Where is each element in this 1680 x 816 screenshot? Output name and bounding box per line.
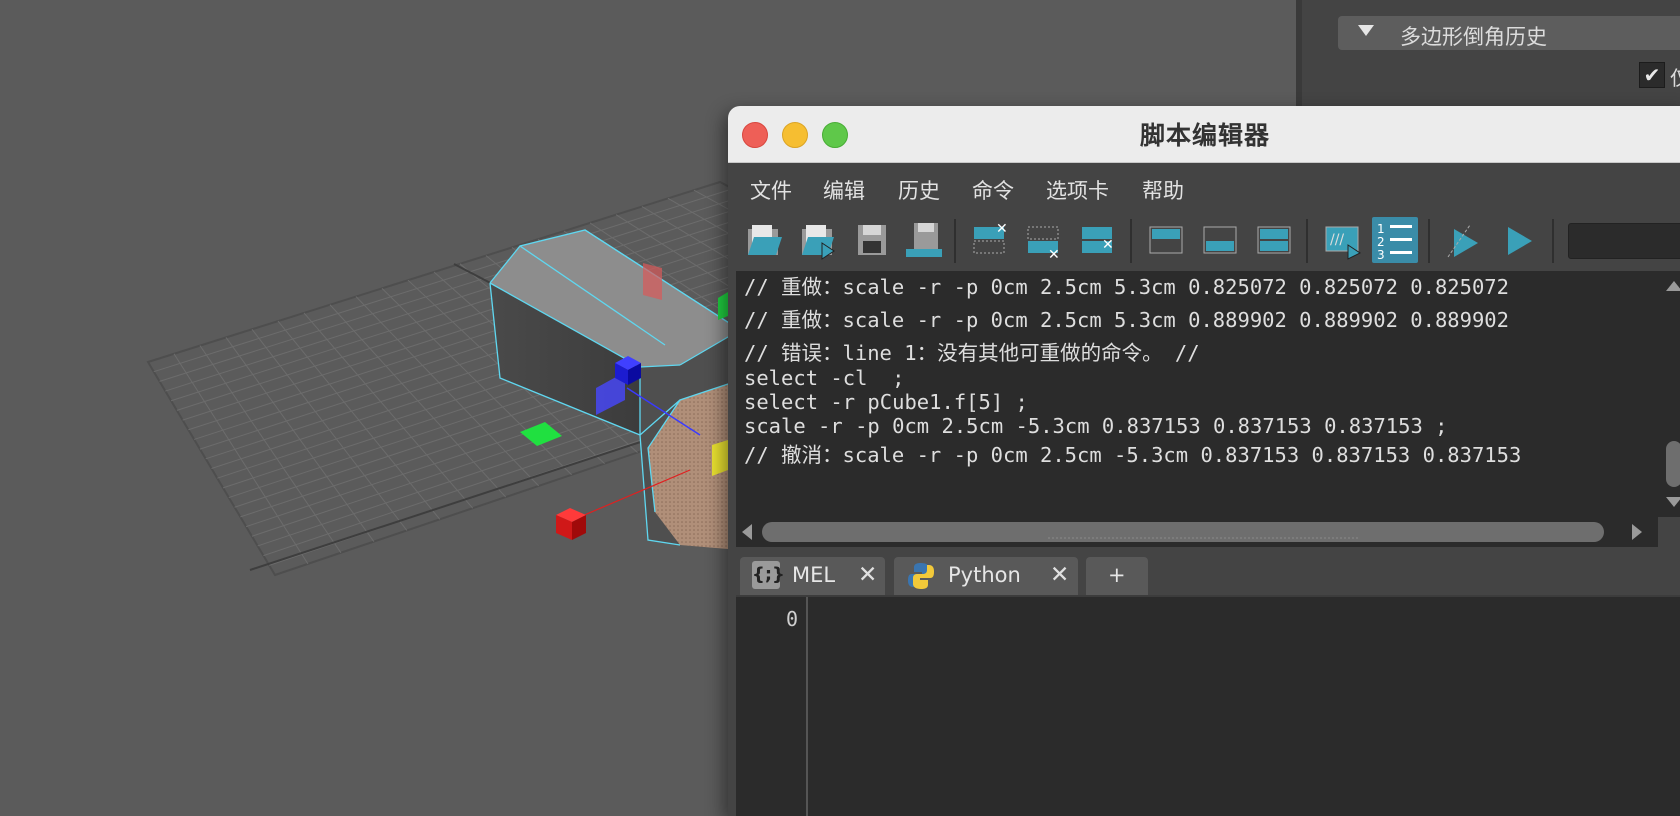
close-tab-icon[interactable]: ✕ xyxy=(858,562,877,588)
script-editor-window: 脚本编辑器 文件 编辑 历史 命令 选项卡 帮助 ✕ ✕ ✕ /// 1 2 3… xyxy=(728,106,1680,816)
tab-mel[interactable]: {;} MEL ✕ xyxy=(740,557,885,595)
maximize-window-button[interactable] xyxy=(822,122,848,148)
script-tab-bar: {;} MEL ✕ Python ✕ + xyxy=(728,551,1680,595)
execute-selected-icon[interactable] xyxy=(1444,219,1484,261)
script-input-pane[interactable]: 0 xyxy=(736,595,1680,816)
history-line: select -cl ; xyxy=(744,366,905,390)
history-line: select -r pCube1.f[5] ; xyxy=(744,390,1028,414)
tab-python[interactable]: Python ✕ xyxy=(894,557,1078,595)
search-field[interactable] xyxy=(1568,223,1680,259)
line-number-gutter: 0 xyxy=(736,597,808,816)
menu-file[interactable]: 文件 xyxy=(750,175,792,205)
horizontal-scrollbar[interactable] xyxy=(736,517,1658,547)
history-line: // 重做：scale -r -p 0cm 2.5cm 5.3cm 0.8899… xyxy=(744,308,1509,332)
echo-all-commands-icon[interactable]: /// xyxy=(1322,219,1362,261)
mel-icon: {;} xyxy=(752,561,785,589)
menu-help[interactable]: 帮助 xyxy=(1142,175,1184,205)
scroll-left-arrow-icon[interactable] xyxy=(742,524,752,540)
svg-text:✕: ✕ xyxy=(1102,237,1114,253)
window-titlebar[interactable]: 脚本编辑器 xyxy=(728,106,1680,163)
scroll-up-arrow-icon[interactable] xyxy=(1666,281,1680,291)
history-line: // 重做：scale -r -p 0cm 2.5cm 5.3cm 0.8250… xyxy=(744,275,1509,299)
save-to-shelf-icon[interactable] xyxy=(904,219,944,261)
svg-text:1: 1 xyxy=(1377,222,1385,236)
line-number: 0 xyxy=(785,607,798,631)
history-line: scale -r -p 0cm 2.5cm -5.3cm 0.837153 0.… xyxy=(744,414,1448,438)
menu-command[interactable]: 命令 xyxy=(972,175,1014,205)
python-icon xyxy=(908,563,934,589)
load-script-icon[interactable] xyxy=(744,219,784,261)
show-both-icon[interactable] xyxy=(1254,219,1294,261)
menu-edit[interactable]: 编辑 xyxy=(823,175,865,205)
polybevel-history-section[interactable]: 多边形倒角历史 xyxy=(1338,16,1680,50)
collapse-arrow-icon[interactable] xyxy=(1358,25,1374,36)
execute-all-icon[interactable] xyxy=(1498,219,1538,261)
show-line-numbers-icon[interactable]: 123 xyxy=(1372,217,1418,263)
attribute-editor-panel: 多边形倒角历史 ✔ 仅 xyxy=(1296,0,1680,110)
scroll-down-arrow-icon[interactable] xyxy=(1666,497,1680,507)
show-input-icon[interactable] xyxy=(1200,219,1240,261)
add-tab-button[interactable]: + xyxy=(1086,557,1148,595)
clear-history-icon[interactable]: ✕ xyxy=(970,219,1010,261)
menu-bar: 文件 编辑 历史 命令 选项卡 帮助 xyxy=(728,163,1680,211)
plus-icon: + xyxy=(1108,563,1126,587)
toolbar: ✕ ✕ ✕ /// 123 xyxy=(728,211,1680,271)
checkbox[interactable]: ✔ xyxy=(1639,62,1665,88)
minimize-window-button[interactable] xyxy=(782,122,808,148)
section-title: 多边形倒角历史 xyxy=(1400,25,1547,49)
vertical-scrollbar[interactable] xyxy=(1658,271,1680,517)
svg-text:✕: ✕ xyxy=(996,221,1008,237)
clear-input-icon[interactable]: ✕ xyxy=(1024,219,1064,261)
checkbox-label: 仅 xyxy=(1670,62,1680,91)
scroll-right-arrow-icon[interactable] xyxy=(1632,524,1642,540)
close-window-button[interactable] xyxy=(742,122,768,148)
clear-all-icon[interactable]: ✕ xyxy=(1078,219,1118,261)
history-line: // 错误：line 1：没有其他可重做的命令。 // xyxy=(744,341,1200,365)
pane-splitter-handle[interactable] xyxy=(1048,537,1358,541)
source-script-icon[interactable] xyxy=(798,219,838,261)
tab-label: MEL xyxy=(792,563,836,587)
show-history-icon[interactable] xyxy=(1146,219,1186,261)
history-output-pane[interactable]: // 重做：scale -r -p 0cm 2.5cm 5.3cm 0.8250… xyxy=(736,271,1658,517)
svg-text:✕: ✕ xyxy=(1048,247,1060,261)
menu-tabs[interactable]: 选项卡 xyxy=(1046,175,1109,205)
svg-text:2: 2 xyxy=(1377,235,1385,249)
history-line: // 撤消：scale -r -p 0cm 2.5cm -5.3cm 0.837… xyxy=(744,443,1522,467)
menu-history[interactable]: 历史 xyxy=(898,175,940,205)
close-tab-icon[interactable]: ✕ xyxy=(1050,562,1069,588)
vertical-scroll-thumb[interactable] xyxy=(1666,441,1680,487)
save-script-icon[interactable] xyxy=(852,219,892,261)
svg-text:3: 3 xyxy=(1377,248,1385,262)
tab-label: Python xyxy=(948,563,1021,587)
window-title: 脚本编辑器 xyxy=(1140,121,1271,150)
svg-text:///: /// xyxy=(1330,232,1344,248)
